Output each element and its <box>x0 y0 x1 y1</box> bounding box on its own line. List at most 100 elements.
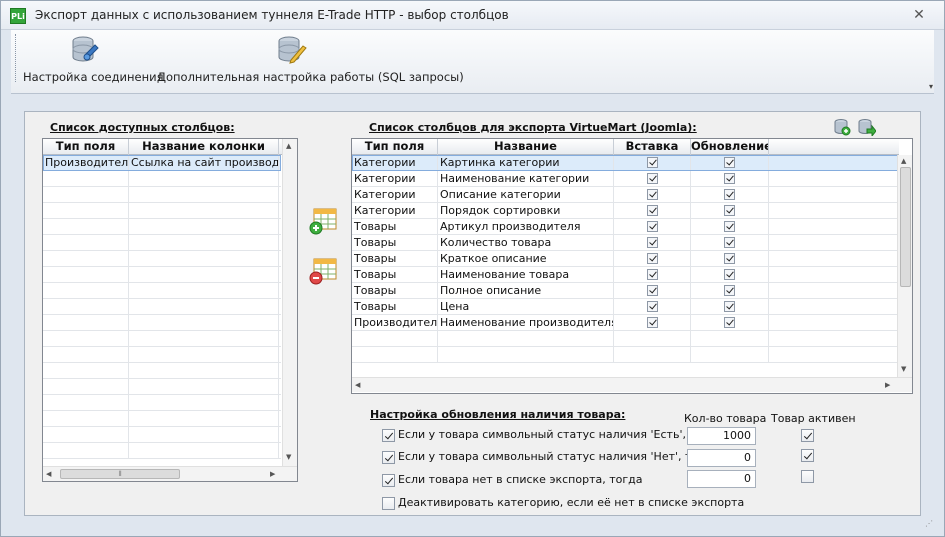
table-row[interactable]: Категории Порядок сортировки <box>352 203 899 219</box>
table-row[interactable] <box>43 299 281 315</box>
insert-checkbox[interactable] <box>646 220 658 232</box>
scroll-up-icon[interactable]: ▲ <box>901 157 906 165</box>
insert-checkbox[interactable] <box>646 252 658 264</box>
resize-grip-icon[interactable]: ⋰ <box>925 519 933 528</box>
table-row[interactable] <box>43 187 281 203</box>
insert-checkbox[interactable] <box>646 236 658 248</box>
table-row[interactable]: ПроизводителиСсылка на сайт производите <box>43 155 281 171</box>
column-header-column-name[interactable]: Название колонки <box>129 139 279 155</box>
update-checkbox[interactable] <box>724 204 735 216</box>
insert-checkbox[interactable] <box>646 268 658 280</box>
column-header-update[interactable]: Обновление <box>691 139 769 155</box>
table-row[interactable] <box>43 379 281 395</box>
table-row[interactable] <box>352 331 899 347</box>
out-of-stock-active-checkbox[interactable] <box>801 449 814 462</box>
in-stock-checkbox[interactable] <box>382 428 395 442</box>
scroll-right-icon[interactable]: ▶ <box>270 470 275 478</box>
not-exported-active-checkbox[interactable] <box>801 470 814 483</box>
table-row[interactable] <box>43 395 281 411</box>
insert-checkbox[interactable] <box>646 204 658 216</box>
table-row[interactable]: Товары Количество товара <box>352 235 899 251</box>
available-horizontal-scrollbar[interactable]: ◀ ⦀ ▶ <box>43 466 297 481</box>
table-row[interactable] <box>43 411 281 427</box>
table-row[interactable] <box>43 331 281 347</box>
table-row[interactable]: Производители Наименование производителя <box>352 315 899 331</box>
insert-checkbox[interactable] <box>646 156 658 168</box>
stock-option-in-stock[interactable]: Если у товара символьный статус наличия … <box>382 428 723 444</box>
update-checkbox[interactable] <box>724 268 735 280</box>
update-checkbox[interactable] <box>724 236 735 248</box>
table-row[interactable] <box>43 363 281 379</box>
table-row[interactable]: Категории Описание категории <box>352 187 899 203</box>
available-columns-grid[interactable]: Тип поля Название колонки Производители С… <box>42 138 298 482</box>
close-icon[interactable]: ✕ <box>911 7 927 23</box>
horizontal-scroll-thumb[interactable]: ⦀ <box>60 469 180 479</box>
add-database-icon[interactable] <box>833 118 851 136</box>
scroll-down-icon[interactable]: ▼ <box>286 453 291 461</box>
table-row[interactable] <box>43 203 281 219</box>
table-row[interactable]: Товары Цена <box>352 299 899 315</box>
insert-checkbox[interactable] <box>646 316 658 328</box>
scroll-up-icon[interactable]: ▲ <box>286 142 291 150</box>
column-header-field-type[interactable]: Тип поля <box>43 139 129 155</box>
deactivate-category-checkbox[interactable] <box>382 496 395 510</box>
export-horizontal-scrollbar[interactable]: ◀ ▶ <box>352 377 912 392</box>
table-row[interactable]: Категории Картинка категории <box>352 155 899 171</box>
out-of-stock-checkbox[interactable] <box>382 450 395 464</box>
insert-checkbox[interactable] <box>646 172 658 184</box>
insert-checkbox[interactable] <box>646 284 658 296</box>
sql-settings-button[interactable]: Дополнительная настройка работы (SQL зап… <box>157 32 464 88</box>
update-checkbox[interactable] <box>724 156 735 168</box>
add-column-button[interactable] <box>308 206 338 236</box>
table-row[interactable] <box>43 315 281 331</box>
insert-checkbox[interactable] <box>646 188 658 200</box>
update-checkbox[interactable] <box>724 316 735 328</box>
table-row[interactable] <box>43 443 281 459</box>
table-row[interactable]: Товары Наименование товара <box>352 267 899 283</box>
scroll-right-icon[interactable]: ▶ <box>885 381 890 389</box>
scroll-left-icon[interactable]: ◀ <box>355 381 360 389</box>
update-checkbox[interactable] <box>724 220 735 232</box>
table-row[interactable] <box>43 171 281 187</box>
table-row[interactable]: Товары Артикул производителя <box>352 219 899 235</box>
export-vertical-scrollbar[interactable]: ▲ ▼ <box>897 155 912 377</box>
not-exported-checkbox[interactable] <box>382 473 395 487</box>
vertical-scroll-thumb[interactable] <box>900 167 911 287</box>
update-checkbox[interactable] <box>724 252 735 264</box>
toolbar-overflow-icon[interactable]: ▾ <box>929 82 937 91</box>
table-row[interactable] <box>43 251 281 267</box>
column-header-insert[interactable]: Вставка <box>614 139 691 155</box>
table-row[interactable] <box>43 235 281 251</box>
in-stock-active-checkbox[interactable] <box>801 429 814 442</box>
out-of-stock-qty-input[interactable]: 0 <box>687 449 756 467</box>
table-row[interactable] <box>43 283 281 299</box>
deactivate-category-option[interactable]: Деактивировать категорию, если её нет в … <box>382 496 744 512</box>
column-header-name[interactable]: Название <box>438 139 614 155</box>
update-checkbox[interactable] <box>724 172 735 184</box>
table-row[interactable]: Категории Наименование категории <box>352 171 899 187</box>
column-header-field-type[interactable]: Тип поля <box>352 139 438 155</box>
connection-settings-button[interactable]: Настройка соединения <box>23 32 164 88</box>
table-row[interactable] <box>43 347 281 363</box>
remove-column-button[interactable] <box>308 256 338 286</box>
available-vertical-scrollbar[interactable]: ▲ ▼ <box>282 139 297 466</box>
table-row[interactable] <box>43 427 281 443</box>
scroll-left-icon[interactable]: ◀ <box>46 470 51 478</box>
update-checkbox[interactable] <box>724 300 735 312</box>
toolbar-grip[interactable] <box>15 34 18 82</box>
table-row[interactable]: Товары Краткое описание <box>352 251 899 267</box>
table-row[interactable] <box>43 219 281 235</box>
update-checkbox[interactable] <box>724 284 735 296</box>
export-columns-grid[interactable]: Тип поля Название Вставка Обновление Кат… <box>351 138 913 394</box>
export-database-icon[interactable] <box>858 118 876 136</box>
stock-option-not-exported[interactable]: Если товара нет в списке экспорта, тогда <box>382 473 642 489</box>
stock-option-out-of-stock[interactable]: Если у товара символьный статус наличия … <box>382 450 718 466</box>
not-exported-qty-input[interactable]: 0 <box>687 470 756 488</box>
in-stock-qty-input[interactable]: 1000 <box>687 427 756 445</box>
update-checkbox[interactable] <box>724 188 735 200</box>
scroll-down-icon[interactable]: ▼ <box>901 365 906 373</box>
table-row[interactable]: Товары Полное описание <box>352 283 899 299</box>
insert-checkbox[interactable] <box>646 300 658 312</box>
table-row[interactable] <box>43 267 281 283</box>
table-row[interactable] <box>352 347 899 363</box>
